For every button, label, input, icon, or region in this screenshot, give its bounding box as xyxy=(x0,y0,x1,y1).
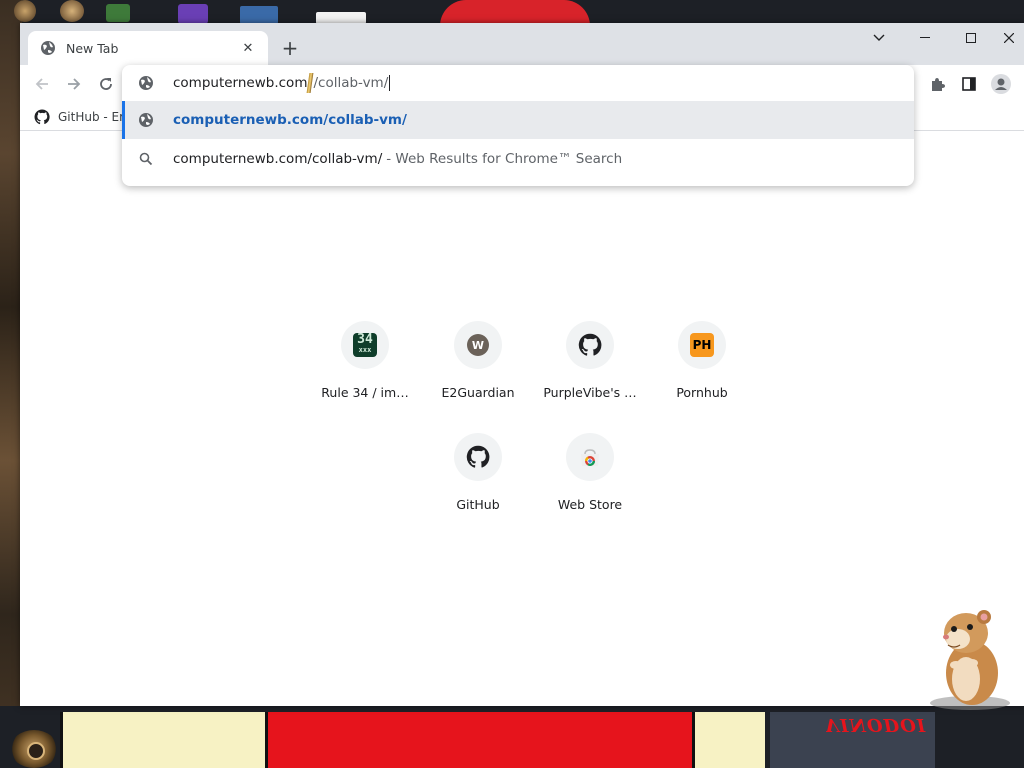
bookmark-label: GitHub - Er xyxy=(58,110,125,124)
back-arrow-icon xyxy=(35,78,48,90)
wallpaper-cream-panel xyxy=(60,712,265,768)
desktop-top-icons xyxy=(10,0,410,24)
shortcut-label: E2Guardian xyxy=(441,385,515,400)
suggestion-search-description: - Web Results for Chrome™ Search xyxy=(386,151,623,167)
chrome-web-store-icon xyxy=(581,449,599,466)
wallpaper-cream-panel xyxy=(695,712,765,768)
shortcut-tile[interactable]: GitHub xyxy=(422,433,534,545)
rule34-favicon: 34 xxx xyxy=(353,333,377,357)
shortcut-icon-circle xyxy=(566,321,614,369)
desktop-app-icon[interactable] xyxy=(106,4,130,22)
toolbar-actions xyxy=(924,72,1014,96)
shortcut-label: PurpleVibe's … xyxy=(543,385,637,400)
shortcut-icon-circle xyxy=(454,433,502,481)
close-window-button[interactable] xyxy=(994,23,1024,53)
side-panel-icon[interactable] xyxy=(956,72,982,96)
e2guardian-favicon: W xyxy=(467,334,489,356)
forward-button[interactable] xyxy=(62,72,86,96)
wallpaper-banner: VINODOI xyxy=(770,712,935,768)
pornhub-favicon-text: PH xyxy=(692,338,712,352)
window-controls xyxy=(856,23,1024,53)
tab-search-chevron-icon[interactable] xyxy=(856,23,902,53)
maximize-button[interactable] xyxy=(948,23,994,53)
gear-decoration-icon xyxy=(14,0,36,22)
suggestion-url[interactable]: computernewb.com/collab-vm/ xyxy=(122,101,914,139)
shortcut-label: Rule 34 / im… xyxy=(321,385,409,400)
suggestion-search[interactable]: computernewb.com/collab-vm/ - Web Result… xyxy=(122,140,914,178)
shortcut-tile[interactable]: PH Pornhub xyxy=(646,321,758,433)
rule34-favicon-text: 34 xyxy=(357,332,373,347)
gear-decoration-icon xyxy=(60,0,84,22)
tab-close-icon[interactable]: ✕ xyxy=(240,40,256,56)
forward-arrow-icon xyxy=(68,78,81,90)
github-icon xyxy=(34,109,50,125)
address-typed-text: computernewb.co xyxy=(173,75,295,91)
reload-button[interactable] xyxy=(94,72,118,96)
reload-icon xyxy=(100,78,112,90)
browser-window: New Tab ✕ + GitHub - Er computernewb.co … xyxy=(20,23,1024,706)
search-icon xyxy=(138,151,154,167)
globe-icon xyxy=(139,76,153,90)
visual-studio-icon[interactable] xyxy=(178,4,208,24)
shortcut-icon-circle: PH xyxy=(678,321,726,369)
shortcut-tile[interactable]: 34 xxx Rule 34 / im… xyxy=(309,321,421,433)
address-bar[interactable]: computernewb.co m /collab-vm/ xyxy=(122,65,914,101)
new-tab-button[interactable]: + xyxy=(278,36,302,60)
text-caret xyxy=(389,75,391,91)
title-bar: New Tab ✕ + xyxy=(20,23,1024,65)
address-typed-char: m xyxy=(294,75,308,91)
tab-title: New Tab xyxy=(66,40,119,56)
shortcut-icon-circle: W xyxy=(454,321,502,369)
profile-avatar-icon[interactable] xyxy=(988,72,1014,96)
globe-icon xyxy=(41,41,55,55)
shortcut-icon-circle xyxy=(566,433,614,481)
back-button[interactable] xyxy=(30,72,54,96)
shortcut-label: Web Store xyxy=(557,497,623,512)
github-icon xyxy=(578,333,602,356)
shortcut-label: Pornhub xyxy=(676,385,728,400)
virtualbox-icon[interactable] xyxy=(240,6,278,24)
shortcut-tile[interactable]: Web Store xyxy=(534,433,646,545)
omnibox-dropdown: computernewb.co m /collab-vm/ computerne… xyxy=(122,65,914,186)
shortcut-icon-circle: 34 xxx xyxy=(341,321,389,369)
e2guardian-favicon-text: W xyxy=(471,338,485,352)
wallpaper-red-panel xyxy=(265,712,695,768)
address-input[interactable]: computernewb.co m /collab-vm/ xyxy=(173,73,391,93)
tab-new-tab[interactable]: New Tab ✕ xyxy=(28,31,268,65)
github-icon xyxy=(466,445,490,468)
banner-text: VINODOI xyxy=(825,714,927,735)
new-tab-page: 34 xxx Rule 34 / im… W E2Guardian Purple… xyxy=(20,132,1024,706)
minimize-button[interactable] xyxy=(902,23,948,53)
desktop-wallpaper-left xyxy=(0,0,22,768)
pornhub-favicon: PH xyxy=(690,333,714,357)
suggestion-url-text: computernewb.com/collab-vm/ xyxy=(173,112,407,128)
shortcut-tile[interactable]: PurpleVibe's … xyxy=(534,321,646,433)
globe-icon xyxy=(138,112,154,128)
bookmark-item[interactable]: GitHub - Er xyxy=(34,107,124,127)
start-menu-gear-icon[interactable] xyxy=(10,730,58,768)
extensions-puzzle-icon[interactable] xyxy=(924,72,950,96)
rule34-favicon-marks: xxx xyxy=(358,346,372,354)
shortcut-label: GitHub xyxy=(456,497,500,512)
address-autocomplete-text: /collab-vm/ xyxy=(313,75,389,91)
hamster-desktop-pet-icon[interactable] xyxy=(920,605,1012,711)
shortcut-tile[interactable]: W E2Guardian xyxy=(422,321,534,433)
suggestion-search-query: computernewb.com/collab-vm/ xyxy=(173,151,383,167)
